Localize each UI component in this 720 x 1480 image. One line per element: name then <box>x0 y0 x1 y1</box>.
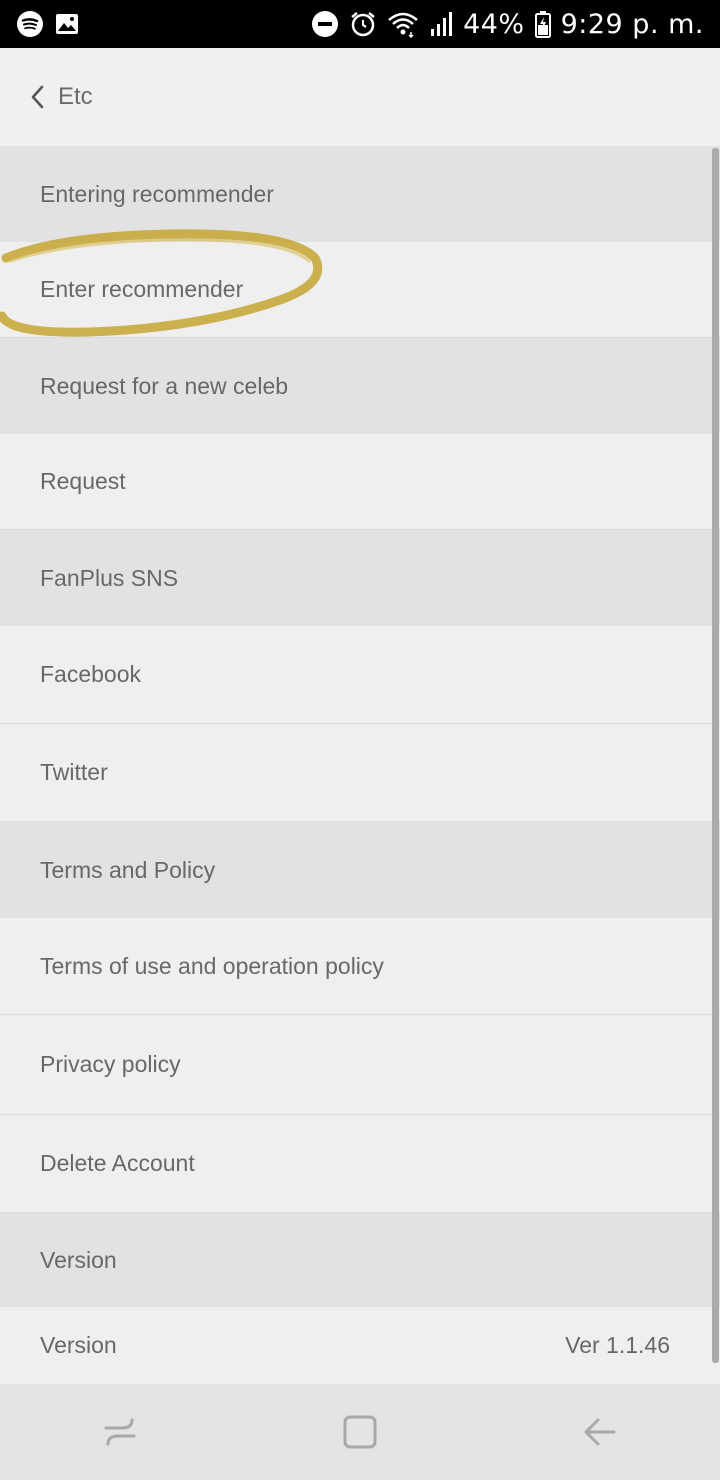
alarm-icon <box>349 10 377 38</box>
section-header-new-celeb: Request for a new celeb <box>0 338 720 434</box>
section-label: Terms and Policy <box>40 856 216 883</box>
battery-icon <box>534 10 551 38</box>
section-label: Entering recommender <box>40 180 274 207</box>
version-value: Ver 1.1.46 <box>565 1332 670 1358</box>
item-label: Version <box>40 1332 117 1358</box>
page-title: Etc <box>58 83 93 110</box>
item-label: Twitter <box>40 759 108 785</box>
status-left <box>16 10 80 38</box>
scrollbar[interactable] <box>712 148 719 1363</box>
section-label: Version <box>40 1246 117 1273</box>
do-not-disturb-icon <box>311 10 339 38</box>
item-label: Privacy policy <box>40 1051 181 1077</box>
status-bar: 44% 9:29 p. m. <box>0 0 720 48</box>
section-header-sns: FanPlus SNS <box>0 530 720 626</box>
signal-icon <box>429 11 453 37</box>
section-header-recommender: Entering recommender <box>0 146 720 242</box>
item-label: Request <box>40 468 126 494</box>
recent-apps-button[interactable] <box>80 1392 160 1472</box>
back-icon[interactable] <box>582 1414 618 1450</box>
clock: 9:29 p. m. <box>560 8 704 40</box>
list-item-terms-of-use[interactable]: Terms of use and operation policy <box>0 918 720 1015</box>
list-item-request[interactable]: Request <box>0 434 720 530</box>
section-header-version: Version <box>0 1213 720 1307</box>
item-label: Facebook <box>40 661 142 687</box>
section-label: FanPlus SNS <box>40 564 179 591</box>
section-header-terms: Terms and Policy <box>0 822 720 918</box>
nav-back-button[interactable] <box>560 1392 640 1472</box>
list-item-twitter[interactable]: Twitter <box>0 724 720 822</box>
list-item-facebook[interactable]: Facebook <box>0 626 720 724</box>
list-item-privacy-policy[interactable]: Privacy policy <box>0 1015 720 1115</box>
list-item-version: Version Ver 1.1.46 <box>0 1307 720 1384</box>
item-label: Delete Account <box>40 1150 195 1176</box>
navigation-bar <box>0 1384 720 1480</box>
list-item-enter-recommender[interactable]: Enter recommender <box>0 242 720 338</box>
item-label: Enter recommender <box>40 276 244 302</box>
home-button[interactable] <box>320 1392 400 1472</box>
home-icon[interactable] <box>342 1414 378 1450</box>
section-label: Request for a new celeb <box>40 372 289 399</box>
battery-percent: 44% <box>463 8 525 40</box>
wifi-icon <box>387 10 419 38</box>
app-header: Etc <box>0 48 720 146</box>
chevron-left-icon[interactable] <box>28 84 48 110</box>
back-button[interactable]: Etc <box>28 83 93 111</box>
image-icon <box>54 11 80 37</box>
settings-list: Entering recommender Enter recommender R… <box>0 146 720 1384</box>
spotify-icon <box>16 10 44 38</box>
recent-apps-icon[interactable] <box>102 1414 138 1450</box>
status-right: 44% 9:29 p. m. <box>311 9 704 40</box>
list-item-delete-account[interactable]: Delete Account <box>0 1115 720 1213</box>
item-label: Terms of use and operation policy <box>40 952 384 979</box>
